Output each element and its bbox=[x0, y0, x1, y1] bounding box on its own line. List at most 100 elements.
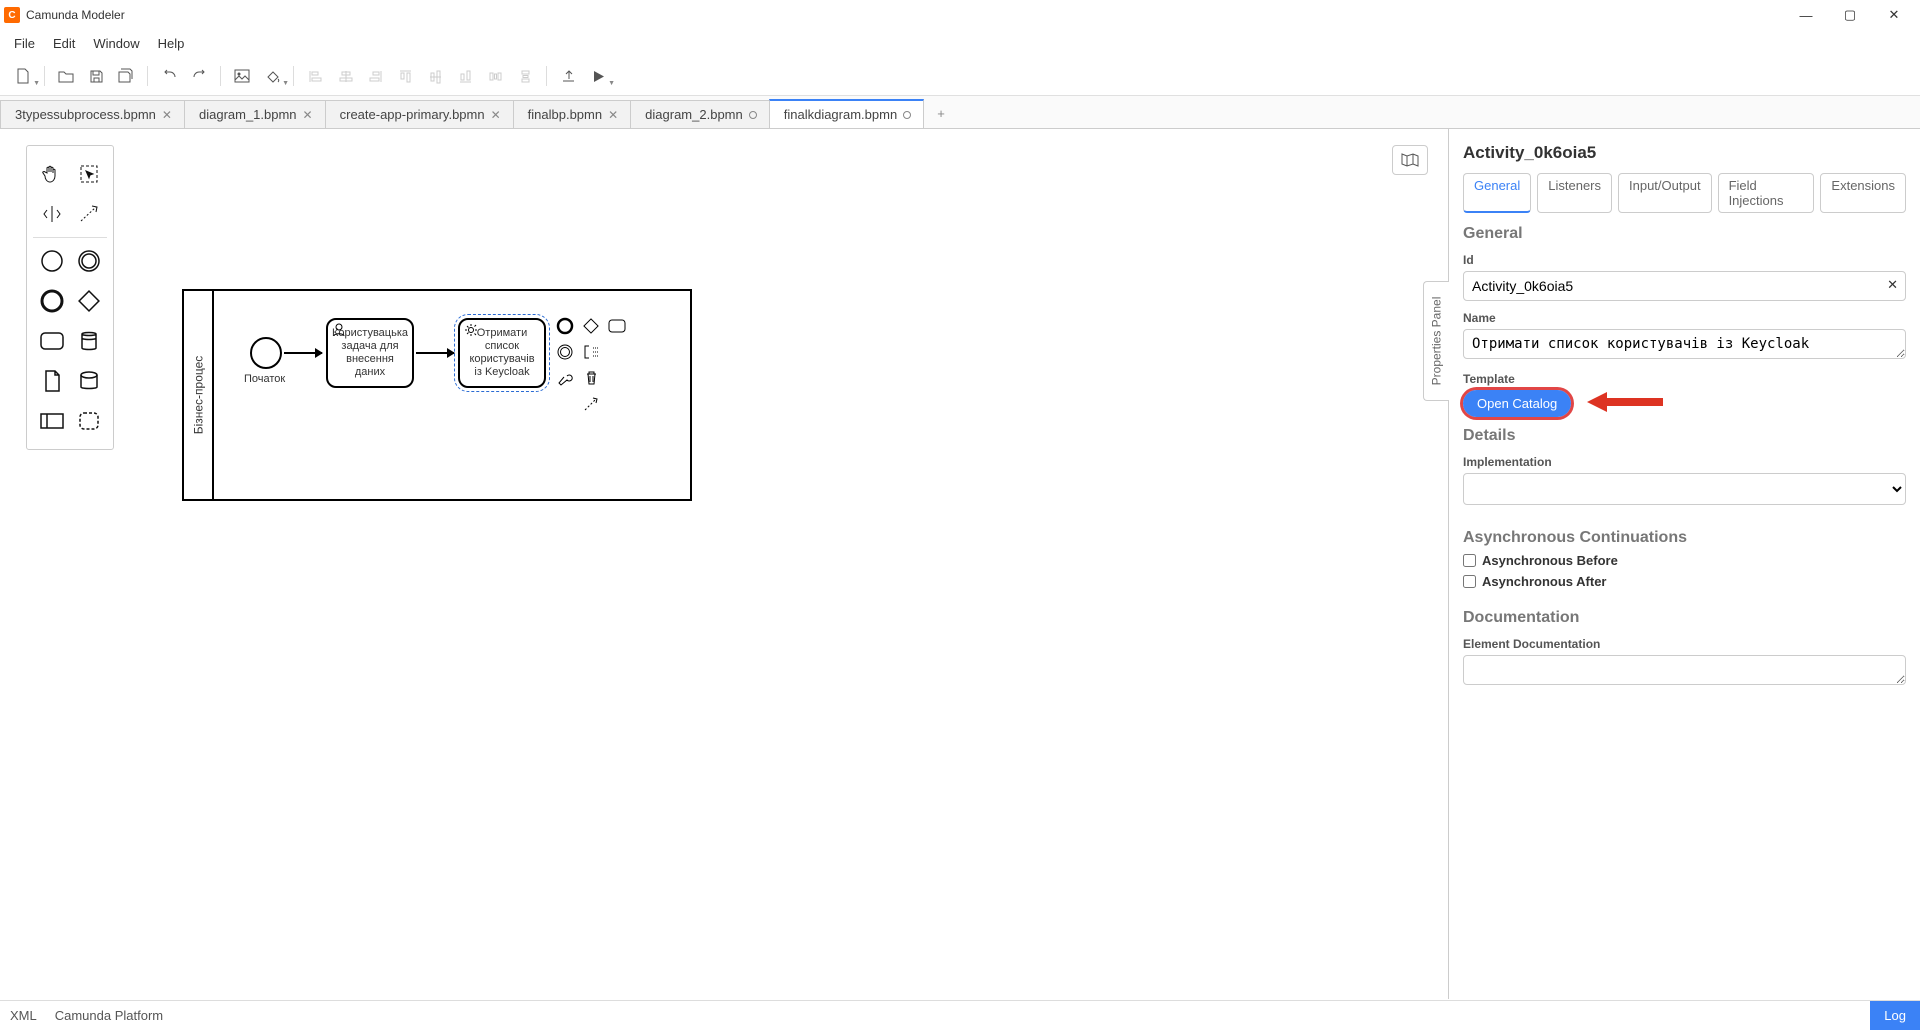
window-maximize-button[interactable]: ▢ bbox=[1828, 1, 1872, 29]
add-tab-button[interactable]: + bbox=[923, 100, 959, 128]
tab-close-button[interactable]: ✕ bbox=[491, 108, 501, 122]
color-fill-button[interactable]: ▼ bbox=[259, 63, 285, 89]
prop-tab-listeners[interactable]: Listeners bbox=[1537, 173, 1612, 213]
ctx-delete[interactable] bbox=[580, 367, 602, 389]
statusbar: XML Camunda Platform Log bbox=[0, 1000, 1920, 1030]
bpmn-pool[interactable]: Бізнес-процес Початок Користувацька зада… bbox=[182, 289, 692, 501]
window-minimize-button[interactable]: — bbox=[1784, 1, 1828, 29]
prop-tab-general[interactable]: General bbox=[1463, 173, 1531, 213]
section-async: Asynchronous Continuations bbox=[1463, 529, 1906, 547]
group-tool[interactable] bbox=[70, 401, 107, 441]
user-icon bbox=[332, 323, 346, 341]
element-palette bbox=[26, 145, 114, 450]
ctx-annotation[interactable] bbox=[580, 341, 602, 363]
align-top-button bbox=[392, 63, 418, 89]
status-platform: Camunda Platform bbox=[55, 1008, 163, 1023]
section-general: General bbox=[1463, 225, 1906, 243]
ctx-connect[interactable] bbox=[580, 393, 602, 415]
properties-panel-toggle[interactable]: Properties Panel bbox=[1423, 281, 1449, 401]
tab-label: diagram_1.bpmn bbox=[199, 107, 297, 122]
app-icon: C bbox=[4, 7, 20, 23]
sequence-flow-1[interactable] bbox=[284, 352, 322, 354]
name-input[interactable]: Отримати список користувачів із Keycloak bbox=[1463, 329, 1906, 359]
task-tool[interactable] bbox=[33, 321, 70, 361]
ctx-task[interactable] bbox=[606, 315, 628, 337]
window-close-button[interactable]: ✕ bbox=[1872, 1, 1916, 29]
menu-edit[interactable]: Edit bbox=[45, 32, 83, 55]
align-center-button bbox=[332, 63, 358, 89]
template-label: Template bbox=[1463, 372, 1906, 386]
data-object-tool[interactable] bbox=[33, 361, 70, 401]
id-label: Id bbox=[1463, 253, 1906, 267]
global-connect-tool[interactable] bbox=[70, 194, 107, 234]
prop-tab-io[interactable]: Input/Output bbox=[1618, 173, 1712, 213]
save-button[interactable] bbox=[83, 63, 109, 89]
sequence-flow-2[interactable] bbox=[416, 352, 454, 354]
file-tab[interactable]: diagram_1.bpmn ✕ bbox=[184, 100, 326, 128]
implementation-select[interactable] bbox=[1463, 473, 1906, 505]
save-all-button[interactable] bbox=[113, 63, 139, 89]
data-store-tool[interactable] bbox=[70, 321, 107, 361]
properties-panel: Activity_0k6oia5 General Listeners Input… bbox=[1448, 129, 1920, 999]
tab-close-button[interactable]: ✕ bbox=[303, 108, 313, 122]
async-after-checkbox[interactable]: Asynchronous After bbox=[1463, 574, 1906, 589]
callout-arrow-icon bbox=[1585, 390, 1665, 417]
ctx-intermediate-event[interactable] bbox=[554, 341, 576, 363]
async-before-checkbox[interactable]: Asynchronous Before bbox=[1463, 553, 1906, 568]
user-task[interactable]: Користувацька задача для внесення даних bbox=[326, 318, 414, 388]
minimap-toggle[interactable] bbox=[1392, 145, 1428, 175]
file-tab[interactable]: diagram_2.bpmn bbox=[630, 100, 770, 128]
status-xml-link[interactable]: XML bbox=[10, 1008, 37, 1023]
open-catalog-button[interactable]: Open Catalog bbox=[1463, 390, 1571, 417]
id-clear-button[interactable]: ✕ bbox=[1887, 277, 1898, 293]
file-tab[interactable]: create-app-primary.bpmn✕ bbox=[325, 100, 514, 128]
file-tab[interactable]: finalbp.bpmn✕ bbox=[513, 100, 632, 128]
align-right-button bbox=[362, 63, 388, 89]
align-middle-button bbox=[422, 63, 448, 89]
start-event[interactable] bbox=[250, 337, 282, 369]
data-store-ref-tool[interactable] bbox=[70, 361, 107, 401]
dirty-indicator bbox=[903, 111, 911, 119]
deploy-button[interactable] bbox=[555, 63, 581, 89]
lasso-tool[interactable] bbox=[70, 154, 107, 194]
prop-tab-extensions[interactable]: Extensions bbox=[1820, 173, 1906, 213]
id-input[interactable] bbox=[1463, 271, 1906, 301]
undo-button[interactable] bbox=[156, 63, 182, 89]
menu-file[interactable]: File bbox=[6, 32, 43, 55]
tab-close-button[interactable]: ✕ bbox=[608, 108, 618, 122]
open-file-button[interactable] bbox=[53, 63, 79, 89]
tab-close-button[interactable]: ✕ bbox=[162, 108, 172, 122]
redo-button[interactable] bbox=[186, 63, 212, 89]
prop-tab-field-injections[interactable]: Field Injections bbox=[1718, 173, 1815, 213]
hand-tool[interactable] bbox=[33, 154, 70, 194]
image-export-button[interactable] bbox=[229, 63, 255, 89]
ctx-end-event[interactable] bbox=[554, 315, 576, 337]
file-tab[interactable]: 3typessubprocess.bpmn ✕ bbox=[0, 100, 185, 128]
pool-label: Бізнес-процес bbox=[184, 291, 214, 499]
intermediate-event-tool[interactable] bbox=[70, 241, 107, 281]
gateway-tool[interactable] bbox=[70, 281, 107, 321]
element-doc-input[interactable] bbox=[1463, 655, 1906, 685]
titlebar: C Camunda Modeler — ▢ ✕ bbox=[0, 0, 1920, 30]
diagram-canvas[interactable]: Бізнес-процес Початок Користувацька зада… bbox=[0, 129, 1448, 999]
end-event-tool[interactable] bbox=[33, 281, 70, 321]
ctx-wrench[interactable] bbox=[554, 367, 576, 389]
menu-help[interactable]: Help bbox=[150, 32, 193, 55]
tab-label: 3typessubprocess.bpmn bbox=[15, 107, 156, 122]
ctx-gateway[interactable] bbox=[580, 315, 602, 337]
tab-label: finalkdiagram.bpmn bbox=[784, 107, 897, 122]
run-button[interactable]: ▼ bbox=[585, 63, 611, 89]
toolbar: ▼ ▼ ▼ bbox=[0, 57, 1920, 96]
align-left-button bbox=[302, 63, 328, 89]
file-tab[interactable]: finalkdiagram.bpmn bbox=[769, 99, 924, 128]
section-documentation: Documentation bbox=[1463, 609, 1906, 627]
participant-tool[interactable] bbox=[33, 401, 70, 441]
space-tool[interactable] bbox=[33, 194, 70, 234]
menu-window[interactable]: Window bbox=[85, 32, 147, 55]
name-label: Name bbox=[1463, 311, 1906, 325]
service-task[interactable]: Отримати список користувачів із Keycloak bbox=[458, 318, 546, 388]
log-button[interactable]: Log bbox=[1870, 1001, 1920, 1030]
gear-icon bbox=[464, 323, 479, 342]
start-event-tool[interactable] bbox=[33, 241, 70, 281]
new-file-button[interactable]: ▼ bbox=[10, 63, 36, 89]
